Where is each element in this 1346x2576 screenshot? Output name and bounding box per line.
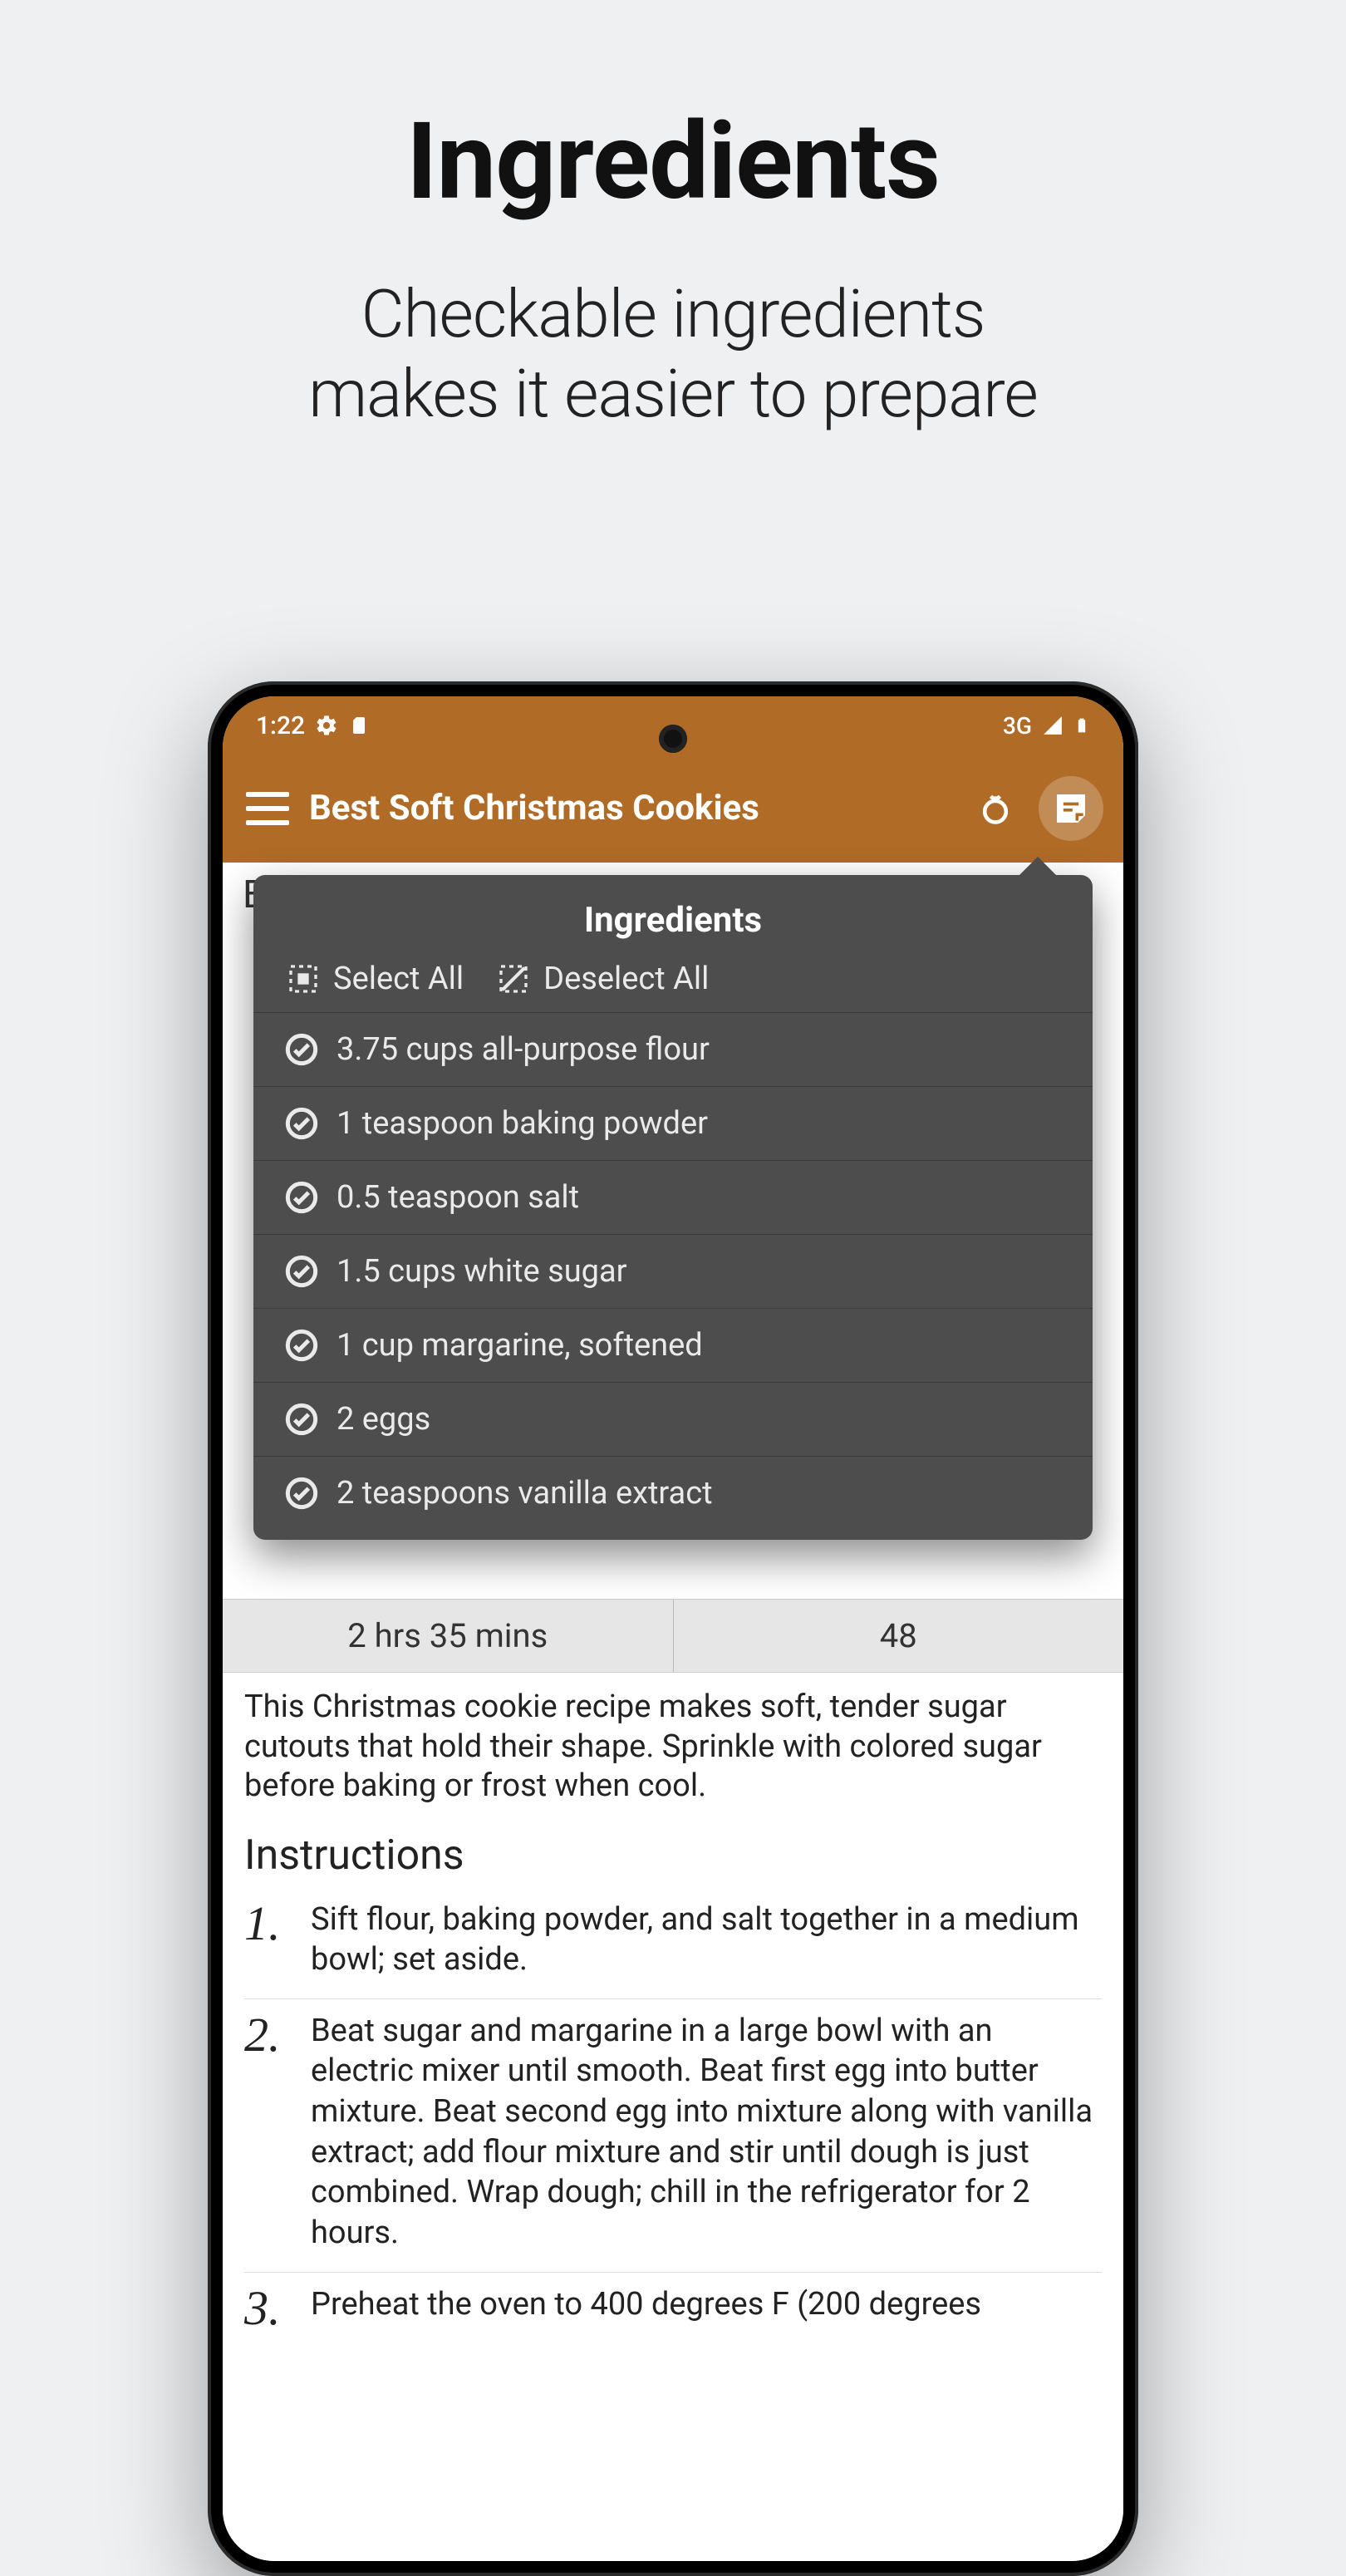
ingredient-text: 1 cup margarine, softened: [336, 1327, 703, 1364]
step-number: 3.: [244, 2284, 294, 2333]
ingredient-item[interactable]: 1.5 cups white sugar: [253, 1235, 1093, 1309]
ingredient-item[interactable]: 0.5 teaspoon salt: [253, 1161, 1093, 1235]
menu-button[interactable]: [246, 792, 289, 825]
instruction-step: 2.Beat sugar and margarine in a large bo…: [244, 1999, 1102, 2273]
check-circle-icon: [285, 1181, 318, 1214]
promo-subtitle-line2: makes it easier to prepare: [308, 355, 1038, 433]
check-circle-icon: [285, 1403, 318, 1436]
ingredient-text: 3.75 cups all-purpose flour: [336, 1031, 710, 1068]
promo-title: Ingredients: [0, 100, 1346, 224]
deselect-all-icon: [497, 962, 530, 995]
ingredient-text: 1.5 cups white sugar: [336, 1253, 627, 1290]
ingredient-item[interactable]: 2 eggs: [253, 1383, 1093, 1457]
deselect-all-button[interactable]: Deselect All: [497, 961, 709, 997]
ingredient-item[interactable]: 3.75 cups all-purpose flour: [253, 1013, 1093, 1087]
check-circle-icon: [285, 1477, 318, 1510]
ingredient-text: 0.5 teaspoon salt: [336, 1179, 579, 1216]
promo-subtitle: Checkable ingredients makes it easier to…: [0, 274, 1346, 434]
instructions-list: 1.Sift flour, baking powder, and salt to…: [223, 1888, 1123, 2351]
ingredients-popup: Ingredients Select All: [253, 875, 1093, 1540]
yield-value: 48: [673, 1600, 1124, 1672]
step-text: Beat sugar and margarine in a large bowl…: [311, 2011, 1102, 2254]
phone-screen: 1:22 3G Be: [223, 696, 1123, 2561]
ingredient-item[interactable]: 1 teaspoon baking powder: [253, 1087, 1093, 1161]
check-circle-icon: [285, 1329, 318, 1362]
select-all-button[interactable]: Select All: [287, 961, 464, 997]
select-all-icon: [287, 962, 320, 995]
step-text: Preheat the oven to 400 degrees F (200 d…: [311, 2284, 981, 2333]
phone-frame: 1:22 3G Be: [208, 681, 1138, 2576]
check-circle-icon: [285, 1033, 318, 1066]
nutrition-button[interactable]: [972, 785, 1019, 832]
check-circle-icon: [285, 1255, 318, 1288]
promo-subtitle-line1: Checkable ingredients: [361, 275, 985, 353]
status-time: 1:22: [256, 711, 305, 740]
sd-card-icon: [348, 715, 368, 735]
popup-arrow-icon: [1016, 857, 1059, 878]
status-network-label: 3G: [1003, 712, 1032, 740]
instructions-heading: Instructions: [223, 1807, 1123, 1888]
popup-title: Ingredients: [253, 875, 1093, 961]
ingredient-text: 2 eggs: [336, 1401, 430, 1438]
ingredient-text: 2 teaspoons vanilla extract: [336, 1475, 713, 1512]
step-text: Sift flour, baking powder, and salt toge…: [311, 1900, 1102, 1980]
total-time-value: 2 hrs 35 mins: [223, 1600, 673, 1672]
battery-icon: [1073, 714, 1090, 737]
recipe-description: This Christmas cookie recipe makes soft,…: [223, 1673, 1123, 1807]
settings-sync-icon: [315, 714, 338, 737]
deselect-all-label: Deselect All: [543, 961, 709, 997]
recipe-info-row: 2 hrs 35 mins 48: [223, 1599, 1123, 1673]
status-bar: 1:22 3G: [223, 696, 1123, 755]
appbar-title: Best Soft Christmas Cookies: [309, 789, 952, 828]
check-circle-icon: [285, 1107, 318, 1140]
ingredient-text: 1 teaspoon baking powder: [336, 1105, 708, 1142]
select-all-label: Select All: [333, 961, 464, 997]
step-number: 2.: [244, 2011, 294, 2254]
signal-icon: [1042, 715, 1064, 736]
ingredients-panel-button[interactable]: [1039, 776, 1103, 841]
ingredient-item[interactable]: 1 cup margarine, softened: [253, 1309, 1093, 1383]
ingredients-list: 3.75 cups all-purpose flour 1 teaspoon ba…: [253, 1012, 1093, 1535]
app-bar: Best Soft Christmas Cookies: [223, 755, 1123, 863]
step-number: 1.: [244, 1900, 294, 1980]
instruction-step: 1.Sift flour, baking powder, and salt to…: [244, 1888, 1102, 1999]
instruction-step: 3. Preheat the oven to 400 degrees F (200…: [244, 2273, 1102, 2351]
ingredient-item[interactable]: 2 teaspoons vanilla extract: [253, 1457, 1093, 1535]
